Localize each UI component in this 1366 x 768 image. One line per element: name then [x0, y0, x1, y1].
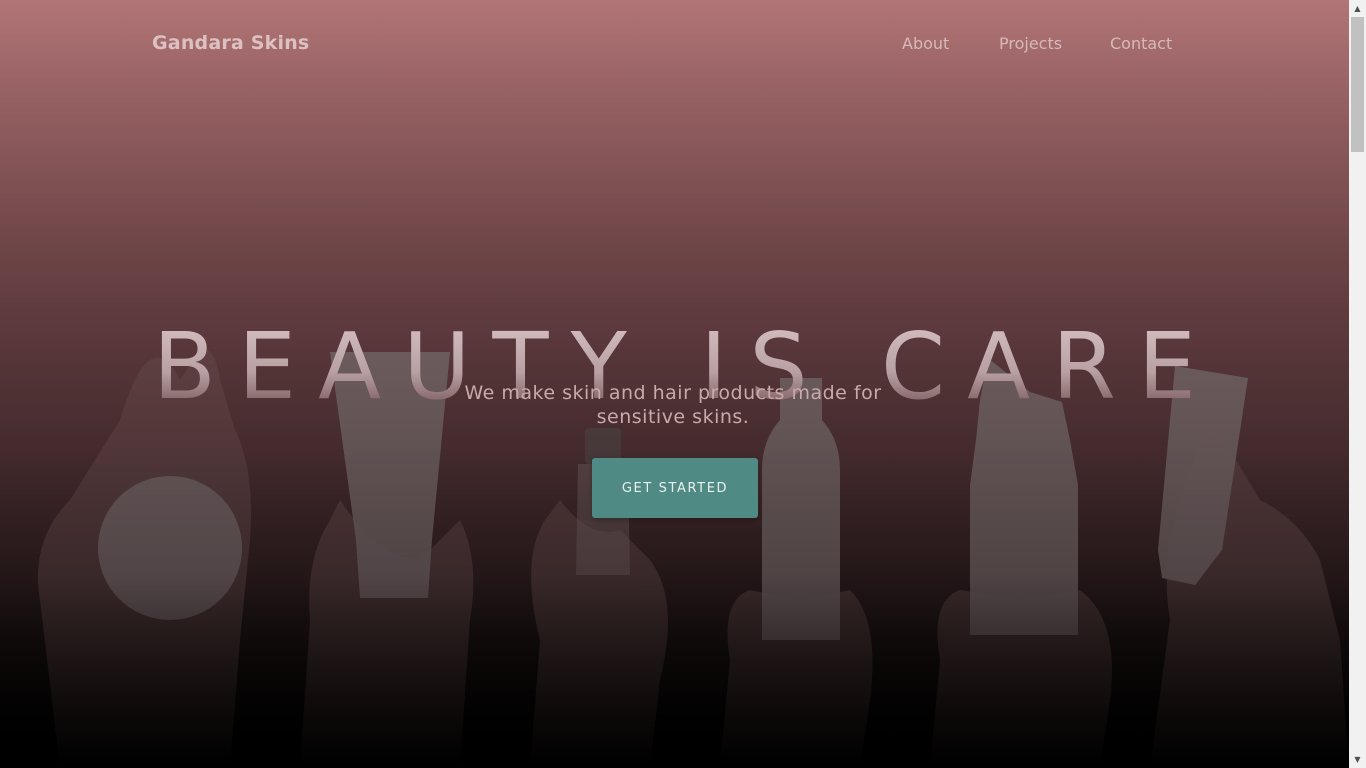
hero-subtitle: We make skin and hair products made for …: [464, 382, 882, 428]
page-scrollbar[interactable]: ▲ ▼: [1349, 0, 1366, 768]
nav-link-contact[interactable]: Contact: [1110, 34, 1172, 53]
scroll-up-arrow-icon[interactable]: ▲: [1349, 0, 1366, 17]
nav-link-about[interactable]: About: [902, 34, 949, 53]
brand-logo[interactable]: Gandara Skins: [152, 32, 309, 54]
top-navigation: Gandara Skins About Projects Contact: [0, 0, 1349, 90]
scroll-thumb[interactable]: [1351, 17, 1364, 152]
scroll-down-arrow-icon[interactable]: ▼: [1349, 751, 1366, 768]
get-started-button[interactable]: GET STARTED: [592, 458, 758, 518]
hero-section: Gandara Skins About Projects Contact BEA…: [0, 0, 1349, 768]
nav-link-projects[interactable]: Projects: [999, 34, 1062, 53]
